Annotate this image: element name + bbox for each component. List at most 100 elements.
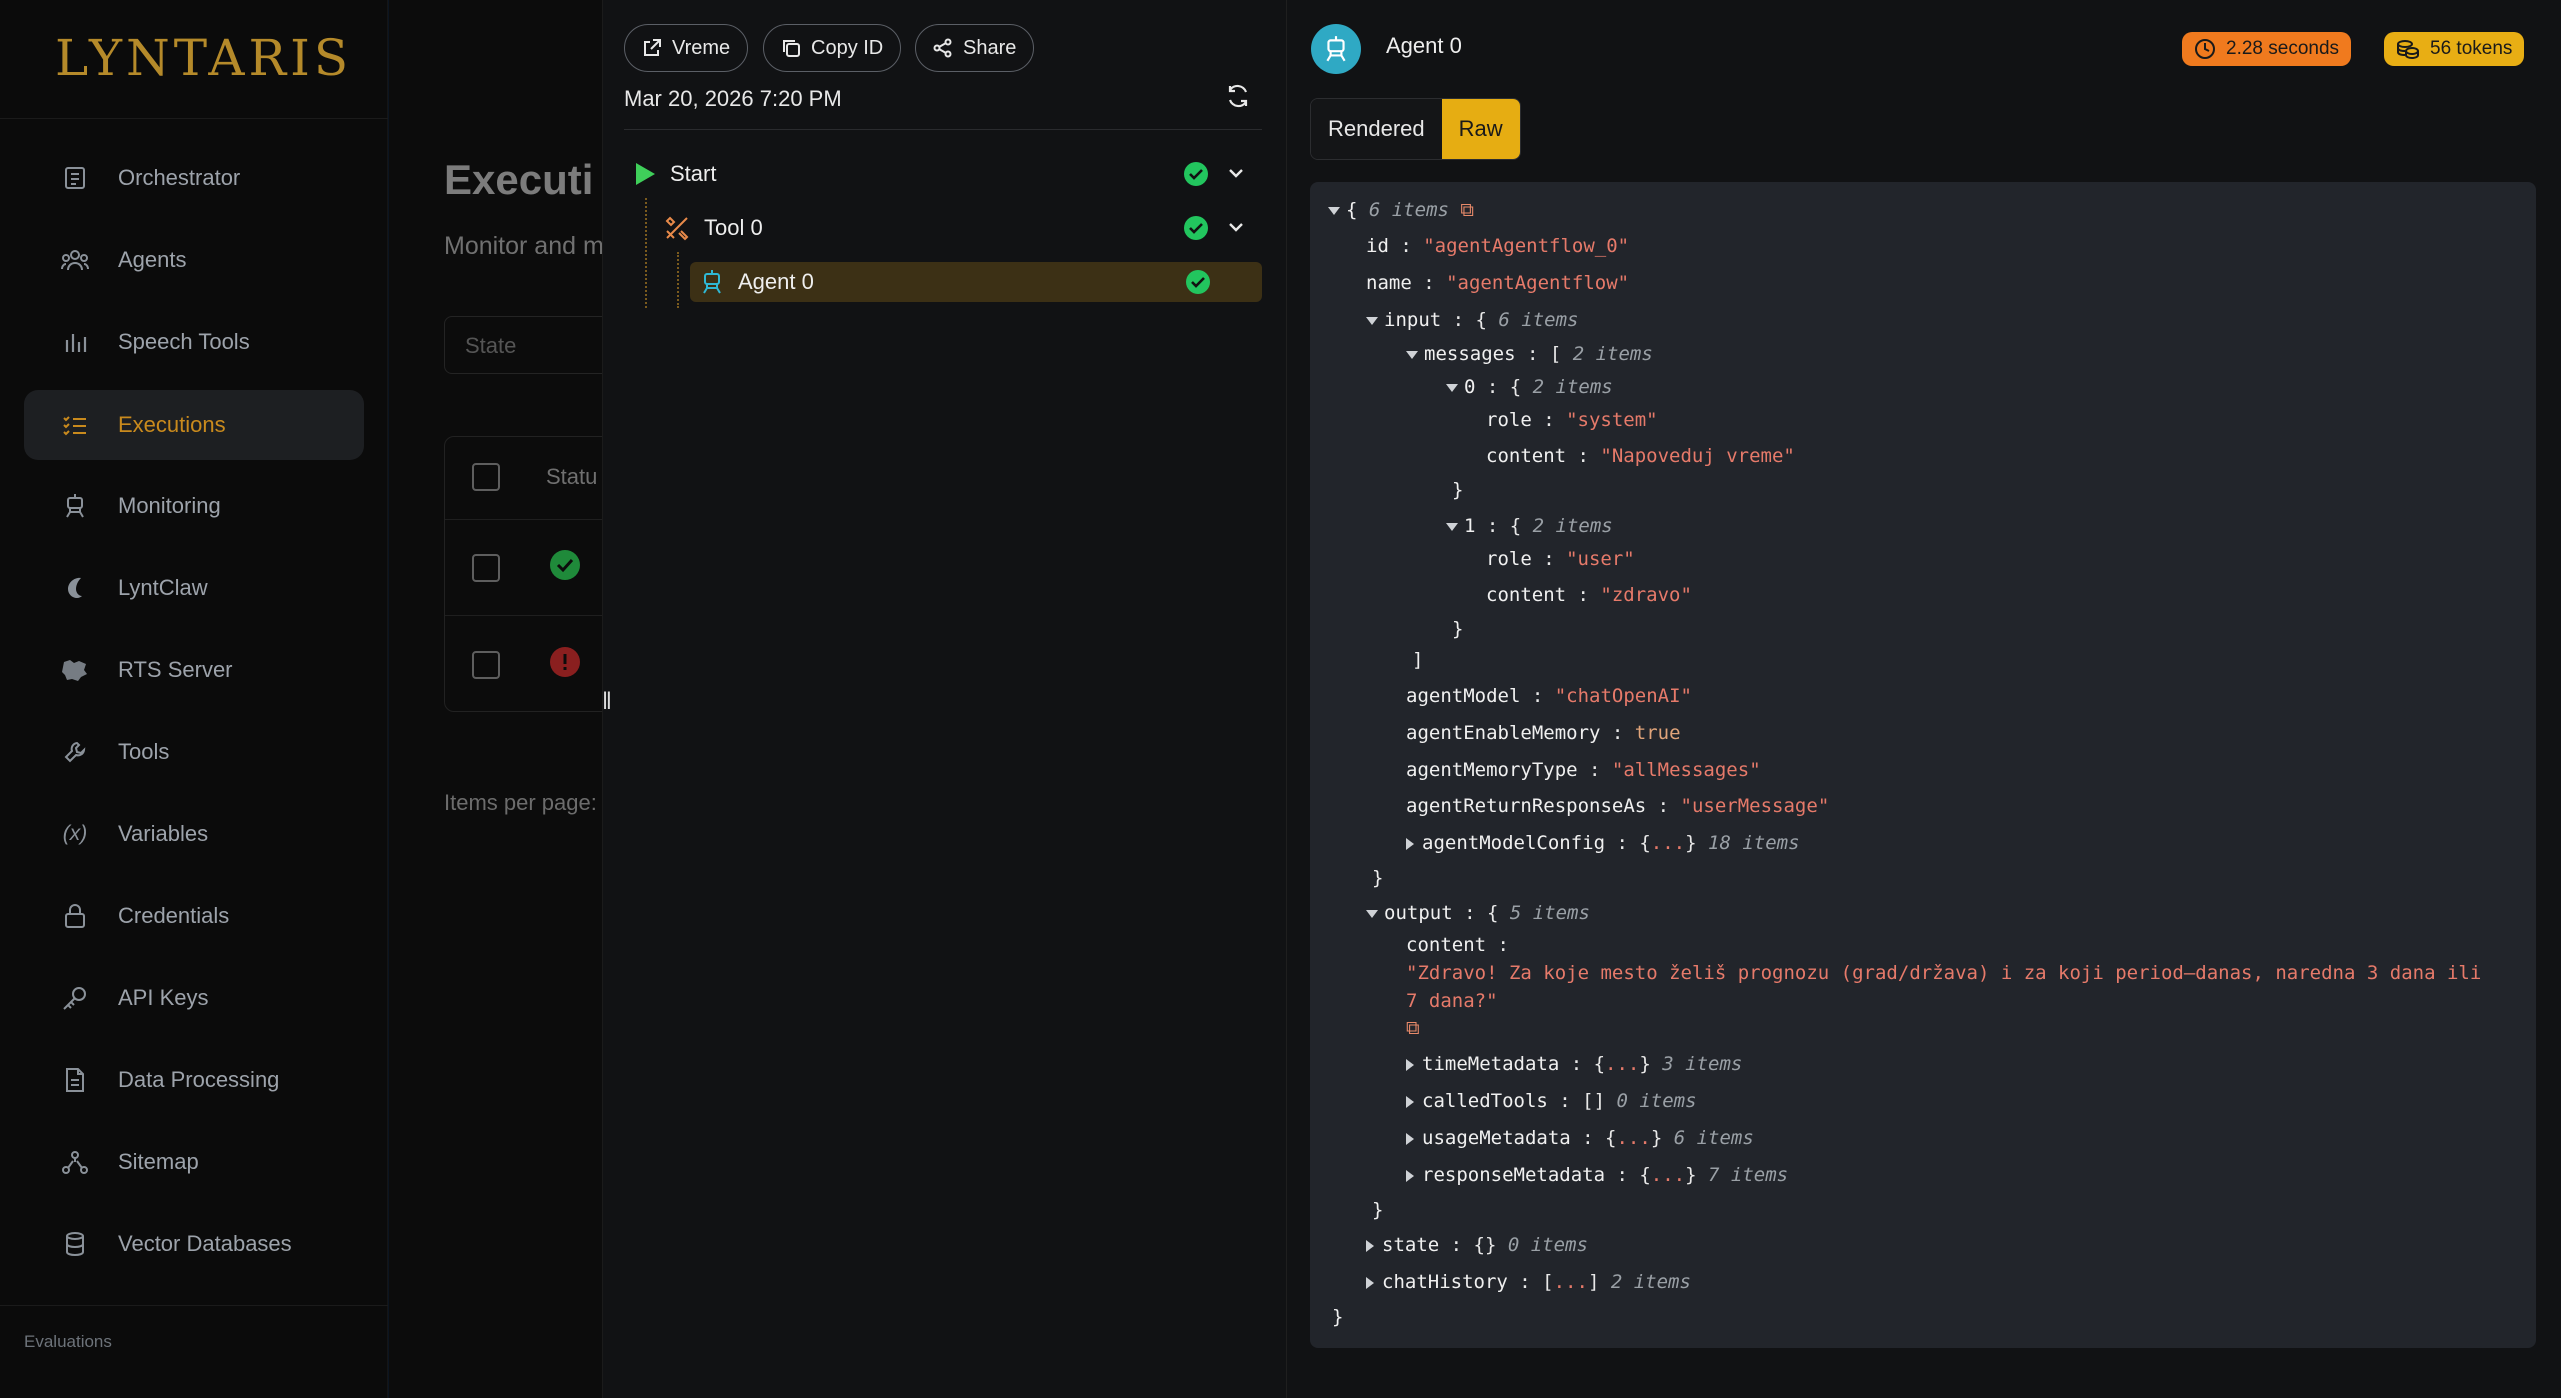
- sidebar-divider: [0, 118, 388, 119]
- panel-divider: [624, 129, 1262, 130]
- error-status-icon: [550, 647, 580, 677]
- chevron-down-icon[interactable]: [1228, 167, 1244, 179]
- json-output-content-value: "Zdravo! Za koje mesto želiš prognozu (g…: [1406, 962, 2482, 984]
- sidebar-item-label: Variables: [118, 821, 209, 846]
- robot-icon: [1323, 35, 1349, 63]
- copy-icon[interactable]: ⧉: [1460, 199, 1474, 221]
- select-all-checkbox[interactable]: [472, 463, 500, 491]
- sidebar-item-variables[interactable]: (x) Variables: [24, 799, 364, 869]
- sidebar-item-rts-server[interactable]: RTS Server: [24, 635, 364, 705]
- json-field-chat-history[interactable]: chatHistory : [...] 2 items: [1366, 1270, 1691, 1294]
- duration-badge: 2.28 seconds: [2182, 32, 2352, 66]
- copy-id-button[interactable]: Copy ID: [763, 24, 902, 72]
- claw-icon: [60, 573, 90, 603]
- tree-node-label: Start: [670, 161, 717, 186]
- sidebar-item-label: Vector Databases: [118, 1231, 292, 1256]
- sidebar-item-label: Data Processing: [118, 1067, 280, 1092]
- sidebar-divider: [0, 1305, 388, 1306]
- sidebar-item-label: Speech Tools: [118, 329, 250, 354]
- status-column-header[interactable]: Statu: [546, 464, 597, 490]
- json-field-agent-model-config[interactable]: agentModelConfig : {...} 18 items: [1406, 831, 1800, 855]
- database-icon: [60, 1229, 90, 1259]
- tokens-text: 56 tokens: [2430, 38, 2513, 59]
- robot-icon: [60, 491, 90, 521]
- row-checkbox[interactable]: [472, 554, 500, 582]
- json-field-message-1[interactable]: 1 : { 2 items: [1446, 514, 1613, 538]
- json-brace: }: [1332, 1306, 1344, 1328]
- wrench-icon: [60, 737, 90, 767]
- json-field-agent-model: agentModel : "chatOpenAI": [1406, 685, 1692, 707]
- vreme-button[interactable]: Vreme: [624, 24, 749, 72]
- success-check-icon: [1184, 216, 1208, 240]
- json-field-agent-memory-type: agentMemoryType : "allMessages": [1406, 759, 1761, 781]
- json-root[interactable]: { 6 items ⧉: [1328, 198, 1474, 222]
- app-logo[interactable]: LYNTARIS: [55, 29, 352, 87]
- sidebar-item-tools[interactable]: Tools: [24, 717, 364, 787]
- json-field-response-metadata[interactable]: responseMetadata : {...} 7 items: [1406, 1163, 1788, 1187]
- json-field-input[interactable]: input : { 6 items: [1366, 308, 1578, 332]
- tab-raw[interactable]: Raw: [1441, 99, 1520, 159]
- json-brace: }: [1452, 479, 1464, 501]
- server-icon: [60, 655, 90, 685]
- copy-id-button-label: Copy ID: [811, 36, 884, 59]
- sidebar-item-speech-tools[interactable]: Speech Tools: [24, 307, 364, 377]
- share-icon: [933, 38, 953, 58]
- lock-icon: [60, 901, 90, 931]
- sitemap-icon: [60, 1147, 90, 1177]
- sidebar-item-data-processing[interactable]: Data Processing: [24, 1045, 364, 1115]
- json-field-messages[interactable]: messages : [ 2 items: [1406, 342, 1653, 366]
- json-field-output[interactable]: output : { 5 items: [1366, 901, 1590, 925]
- json-field-content: content : "zdravo": [1486, 584, 1692, 606]
- share-button-label: Share: [963, 36, 1017, 59]
- tree-node-agent[interactable]: Agent 0: [690, 262, 1262, 302]
- agents-icon: [60, 245, 90, 275]
- sidebar-item-label: LyntClaw: [118, 575, 208, 600]
- json-output-content-value: 7 dana?": [1406, 990, 1498, 1012]
- sidebar-item-orchestrator[interactable]: Orchestrator: [24, 143, 364, 213]
- json-field-agent-return-response-as: agentReturnResponseAs : "userMessage": [1406, 795, 1830, 817]
- share-button[interactable]: Share: [915, 24, 1035, 72]
- duration-text: 2.28 seconds: [2226, 38, 2340, 59]
- json-field-message-0[interactable]: 0 : { 2 items: [1446, 375, 1613, 399]
- refresh-icon[interactable]: [1224, 82, 1252, 110]
- json-field-called-tools[interactable]: calledTools : [] 0 items: [1406, 1089, 1697, 1113]
- document-icon: [60, 1065, 90, 1095]
- chevron-down-icon[interactable]: [1228, 221, 1244, 233]
- resize-handle[interactable]: ‖: [602, 688, 612, 716]
- sidebar-item-api-keys[interactable]: API Keys: [24, 963, 364, 1033]
- json-field-name: name : "agentAgentflow": [1366, 272, 1630, 294]
- variable-icon: (x): [62, 822, 88, 845]
- tree-node-label: Tool 0: [704, 215, 763, 240]
- json-field-state[interactable]: state : {} 0 items: [1366, 1233, 1588, 1257]
- sidebar-section-evaluations: Evaluations: [24, 1332, 112, 1351]
- row-checkbox[interactable]: [472, 651, 500, 679]
- tab-rendered[interactable]: Rendered: [1311, 99, 1442, 159]
- execution-date: Mar 20, 2026 7:20 PM: [624, 86, 842, 111]
- json-field-time-metadata[interactable]: timeMetadata : {...} 3 items: [1406, 1052, 1742, 1076]
- json-field-usage-metadata[interactable]: usageMetadata : {...} 6 items: [1406, 1126, 1754, 1150]
- sidebar-item-label: Tools: [118, 739, 170, 764]
- sidebar-item-monitoring[interactable]: Monitoring: [24, 471, 364, 541]
- node-title: Agent 0: [1386, 33, 1462, 58]
- key-icon: [60, 983, 90, 1013]
- sidebar-item-lyntclaw[interactable]: LyntClaw: [24, 553, 364, 623]
- tree-connector: [677, 252, 679, 308]
- json-brace: }: [1372, 1199, 1384, 1221]
- json-field-agent-enable-memory: agentEnableMemory : true: [1406, 722, 1681, 744]
- sidebar-item-label: Orchestrator: [118, 165, 241, 190]
- tree-node-start[interactable]: Start: [634, 154, 1262, 194]
- sidebar-item-vector-databases[interactable]: Vector Databases: [24, 1209, 364, 1279]
- copy-icon[interactable]: ⧉: [1406, 1016, 1420, 1040]
- sidebar-item-executions[interactable]: Executions: [24, 390, 364, 460]
- sidebar-item-label: Monitoring: [118, 493, 221, 518]
- sidebar-item-credentials[interactable]: Credentials: [24, 881, 364, 951]
- tokens-badge: 56 tokens: [2384, 32, 2525, 66]
- page-subtitle: Monitor and m: [444, 232, 604, 260]
- list-check-icon: [60, 410, 90, 440]
- json-field-output-content: content :: [1406, 934, 1509, 956]
- sidebar-item-sitemap[interactable]: Sitemap: [24, 1127, 364, 1197]
- bar-chart-icon: [60, 327, 90, 357]
- tree-node-tool[interactable]: Tool 0: [664, 208, 1262, 248]
- sidebar-item-agents[interactable]: Agents: [24, 225, 364, 295]
- json-field-role: role : "user": [1486, 548, 1635, 570]
